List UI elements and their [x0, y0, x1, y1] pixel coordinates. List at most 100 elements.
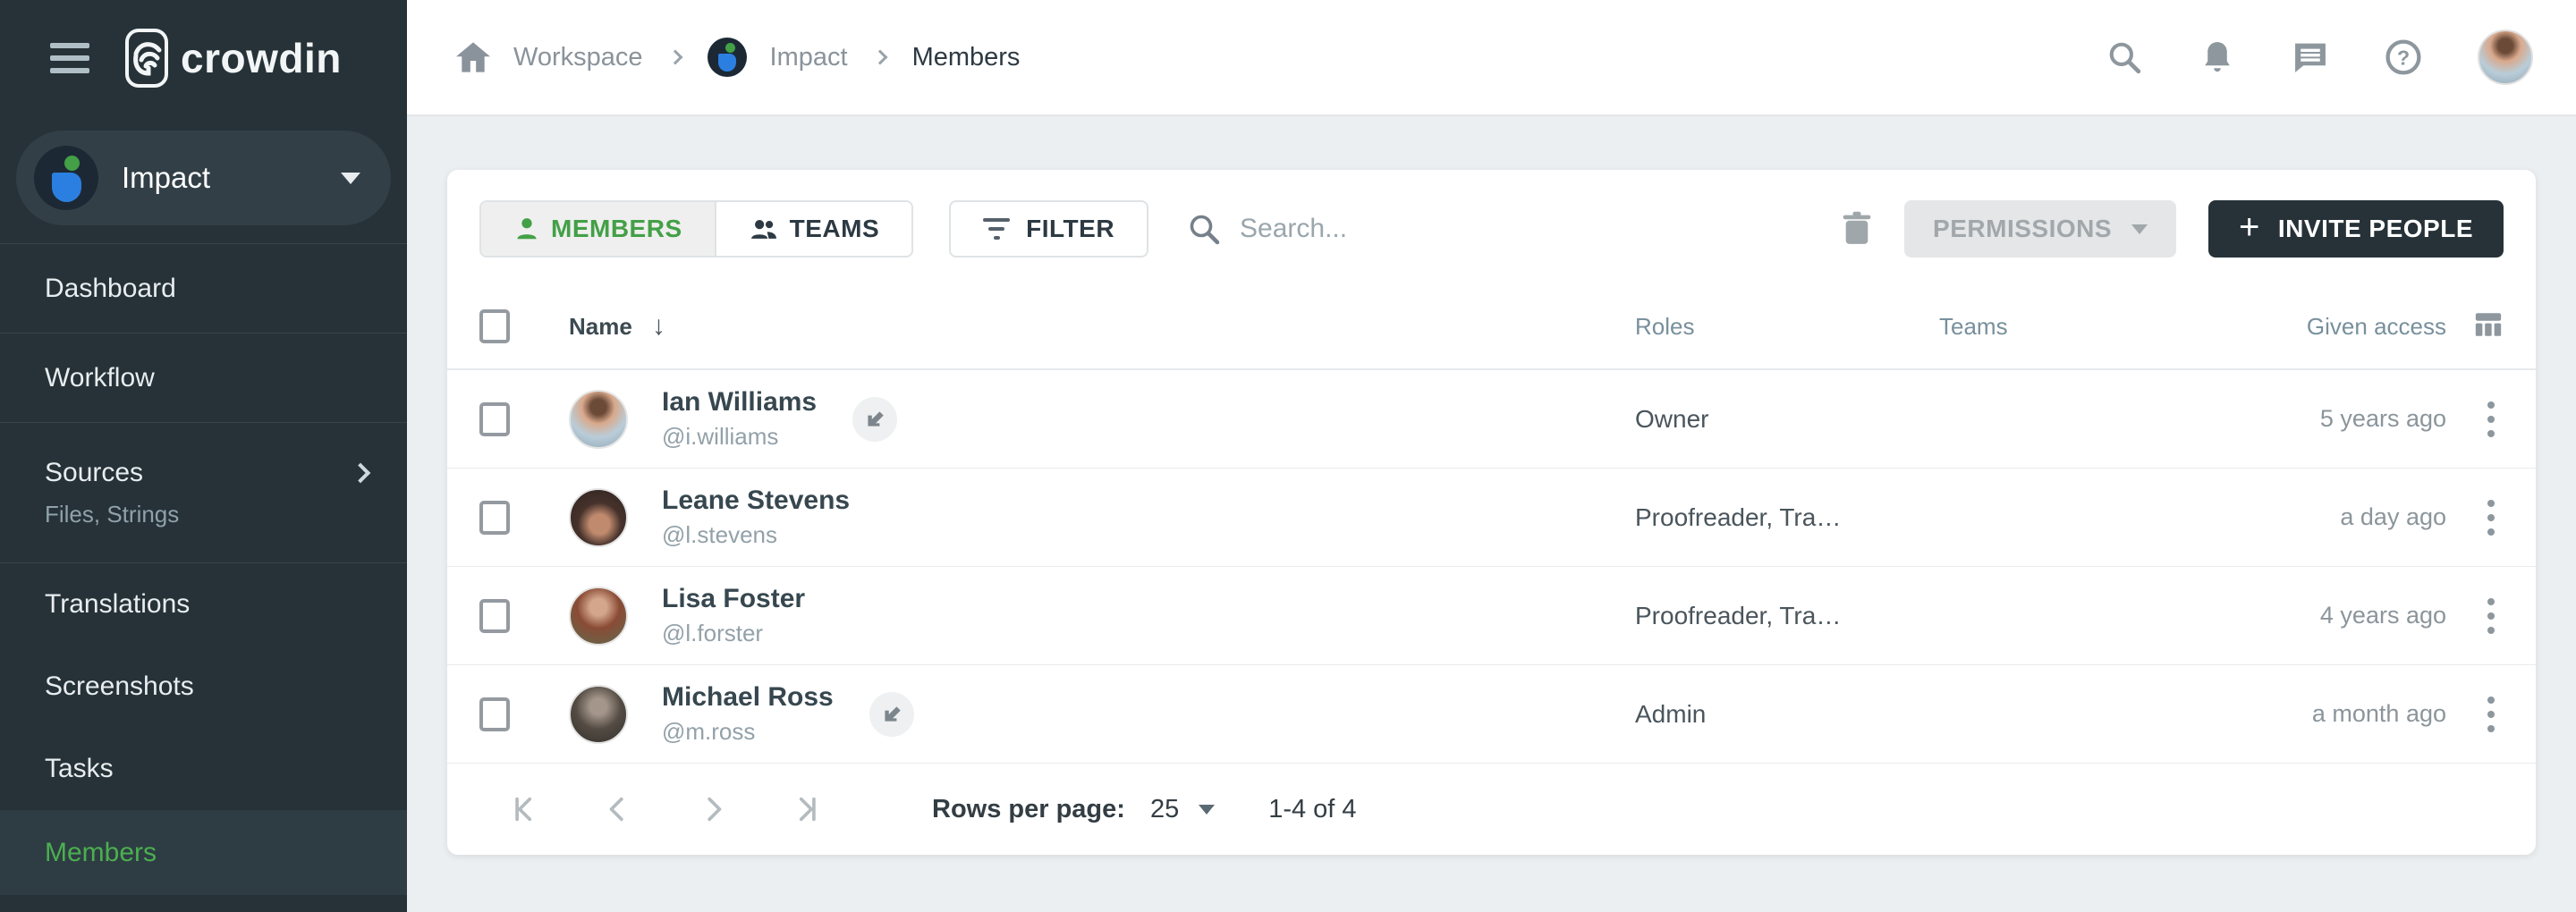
sidebar-item-label: Tasks [45, 754, 368, 784]
member-username: @l.stevens [662, 521, 850, 549]
topbar-actions: ? [2106, 30, 2533, 85]
next-page-icon[interactable] [665, 782, 758, 836]
chevron-down-icon [2131, 224, 2148, 234]
select-all-checkbox[interactable] [479, 309, 510, 343]
svg-text:?: ? [2397, 46, 2410, 69]
member-roles: Admin [1635, 700, 1939, 729]
filter-icon [983, 218, 1010, 240]
view-switcher: MEMBERS TEAMS [479, 200, 913, 258]
row-checkbox[interactable] [479, 697, 510, 731]
table-row[interactable]: Leane Stevens @l.stevens Proofreader, Tr… [447, 469, 2536, 567]
first-page-icon[interactable] [479, 782, 572, 836]
row-menu-kebab-icon[interactable] [2479, 688, 2504, 741]
breadcrumb-page: Members [912, 43, 1021, 72]
column-header-given-access[interactable]: Given access [2261, 313, 2446, 341]
sidebar-item-tasks[interactable]: Tasks [0, 728, 407, 810]
rows-per-page-label: Rows per page: [932, 795, 1125, 824]
search-box [1188, 213, 1842, 245]
notifications-bell-icon[interactable] [2199, 38, 2236, 76]
filter-button[interactable]: FILTER [949, 200, 1148, 258]
sidebar-item-label: Dashboard [45, 274, 368, 304]
member-avatar [569, 587, 628, 646]
member-roles: Owner [1635, 405, 1939, 434]
card-toolbar: MEMBERS TEAMS FILTER [447, 170, 2536, 284]
sidebar-item-label: Screenshots [45, 671, 368, 702]
rows-per-page-select[interactable]: 25 [1150, 795, 1215, 824]
filter-button-label: FILTER [1026, 215, 1114, 243]
chevron-down-icon [1199, 805, 1215, 815]
column-header-teams[interactable]: Teams [1939, 313, 2261, 341]
row-menu-kebab-icon[interactable] [2479, 589, 2504, 643]
column-header-name[interactable]: Name ↓ [569, 311, 1635, 342]
row-checkbox[interactable] [479, 402, 510, 436]
sidebar-item-label: Translations [45, 589, 368, 620]
row-menu-kebab-icon[interactable] [2479, 393, 2504, 446]
member-name[interactable]: Ian Williams [662, 387, 817, 418]
table-row[interactable]: Lisa Foster @l.forster Proofreader, Tra…… [447, 567, 2536, 665]
row-checkbox[interactable] [479, 599, 510, 633]
user-avatar[interactable] [2478, 30, 2533, 85]
member-name[interactable]: Lisa Foster [662, 584, 805, 614]
last-page-icon[interactable] [758, 782, 852, 836]
table-row[interactable]: Ian Williams @i.williams Owner 5 years a… [447, 370, 2536, 469]
app-root: crowdin Impact Dashboard Workflow Source… [0, 0, 2576, 912]
topbar: Workspace Impact Members ? [407, 0, 2576, 116]
rows-per-page-value: 25 [1150, 795, 1179, 824]
sidebar-nav: Dashboard Workflow Sources Files, String… [0, 243, 407, 912]
breadcrumb-workspace[interactable]: Workspace [513, 43, 643, 72]
member-name-cell: Leane Stevens @l.stevens [646, 486, 1635, 549]
people-icon [749, 215, 779, 242]
member-given-access: 4 years ago [2261, 602, 2446, 629]
search-icon[interactable] [2106, 38, 2143, 76]
tab-members[interactable]: MEMBERS [481, 202, 716, 256]
sidebar-item-label: Workflow [45, 363, 368, 393]
column-settings-icon[interactable] [2473, 309, 2504, 344]
sidebar-item-subtitle: Files, Strings [45, 501, 368, 528]
project-name: Impact [122, 161, 341, 195]
chevron-down-icon [341, 173, 360, 184]
breadcrumb-project[interactable]: Impact [770, 43, 848, 72]
project-avatar-icon [34, 146, 98, 210]
invite-people-button[interactable]: + INVITE PEOPLE [2208, 200, 2504, 258]
hamburger-menu-icon[interactable] [50, 43, 89, 73]
member-avatar [569, 390, 628, 449]
member-avatar [569, 488, 628, 547]
home-icon[interactable] [456, 42, 490, 72]
previous-page-icon[interactable] [572, 782, 665, 836]
member-name[interactable]: Leane Stevens [662, 486, 850, 516]
pagination: Rows per page: 25 1-4 of 4 [447, 764, 2536, 855]
sidebar-item-translations[interactable]: Translations [0, 563, 407, 646]
sidebar-item-members[interactable]: Members [0, 810, 407, 895]
person-icon [513, 215, 540, 242]
tab-teams[interactable]: TEAMS [716, 202, 912, 256]
sidebar-item-sources[interactable]: Sources Files, Strings [0, 423, 407, 562]
member-name[interactable]: Michael Ross [662, 682, 834, 713]
logged-in-arrow-icon [869, 692, 914, 737]
row-checkbox[interactable] [479, 501, 510, 535]
help-icon[interactable]: ? [2385, 38, 2422, 76]
member-avatar [569, 685, 628, 744]
row-menu-kebab-icon[interactable] [2479, 491, 2504, 545]
member-roles: Proofreader, Tra… [1635, 503, 1939, 532]
members-card: MEMBERS TEAMS FILTER [447, 170, 2536, 855]
project-avatar-icon [708, 38, 747, 77]
tab-teams-label: TEAMS [790, 215, 880, 243]
crowdin-logo-icon [125, 29, 168, 88]
main-area: Workspace Impact Members ? [407, 0, 2576, 912]
sidebar-item-workflow[interactable]: Workflow [0, 334, 407, 422]
project-selector[interactable]: Impact [16, 131, 391, 225]
tab-members-label: MEMBERS [551, 215, 682, 243]
invite-people-label: INVITE PEOPLE [2278, 215, 2473, 243]
messages-chat-icon[interactable] [2292, 38, 2329, 76]
search-input[interactable] [1240, 214, 1687, 244]
sidebar-item-dashboard[interactable]: Dashboard [0, 244, 407, 333]
permissions-button-label: PERMISSIONS [1933, 215, 2112, 243]
column-header-roles[interactable]: Roles [1635, 313, 1939, 341]
brand[interactable]: crowdin [125, 29, 342, 88]
permissions-button[interactable]: PERMISSIONS [1904, 200, 2176, 258]
pagination-range: 1-4 of 4 [1268, 795, 1356, 824]
delete-trash-icon[interactable] [1842, 211, 1872, 247]
table-row[interactable]: Michael Ross @m.ross Admin a month ago [447, 665, 2536, 764]
member-given-access: a day ago [2261, 503, 2446, 531]
sidebar-item-screenshots[interactable]: Screenshots [0, 646, 407, 728]
